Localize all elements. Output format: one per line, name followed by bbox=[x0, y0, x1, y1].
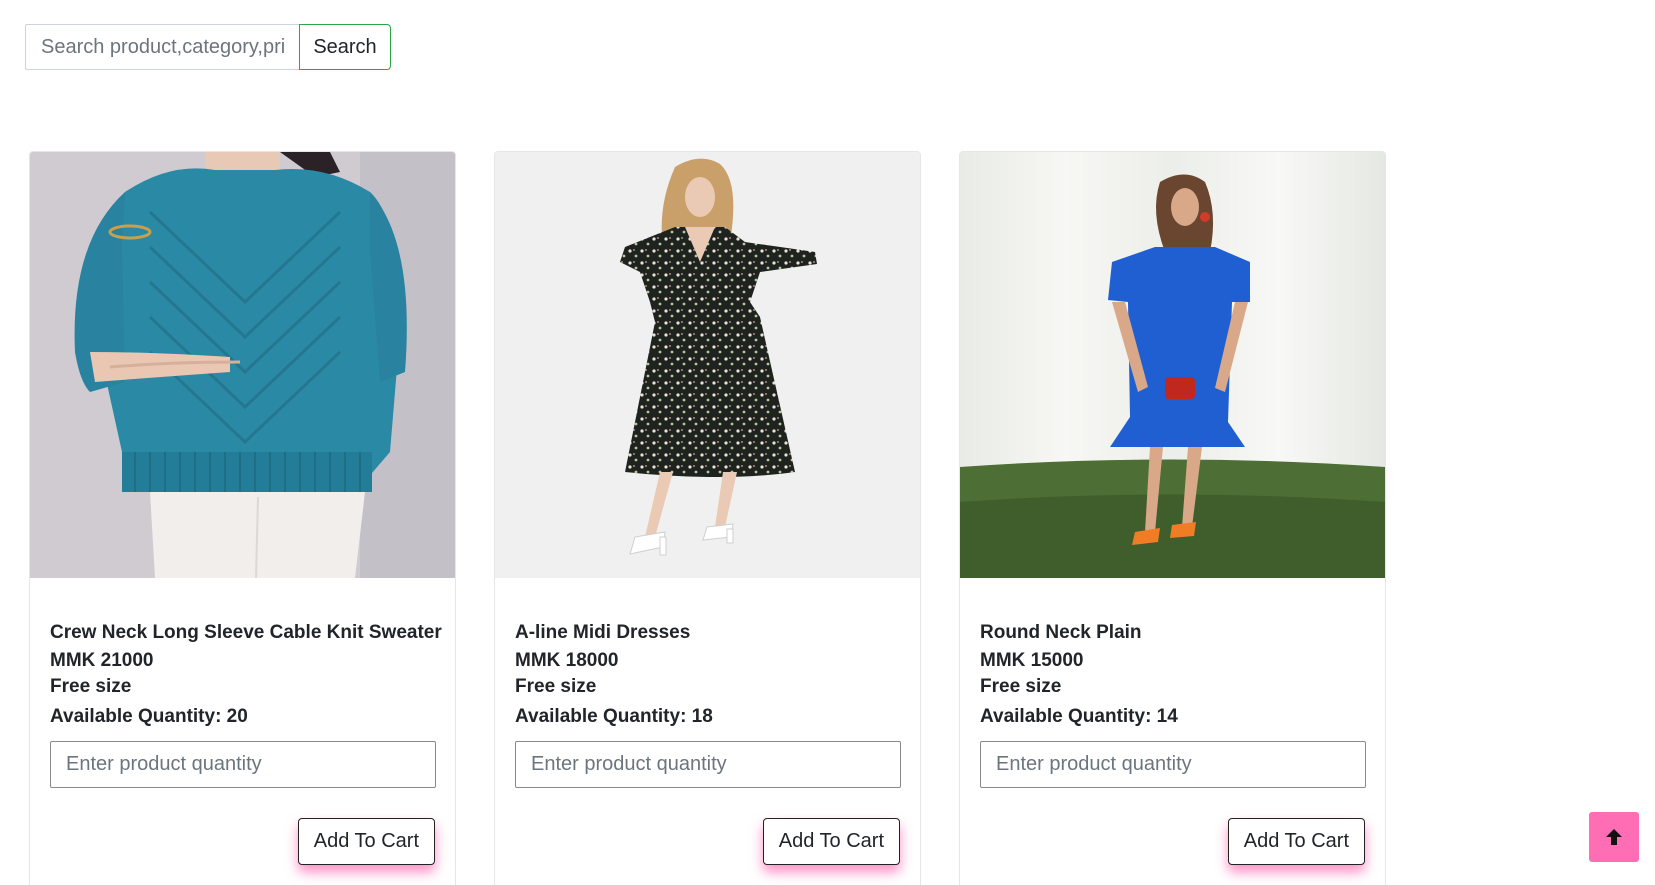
add-to-cart-button[interactable]: Add To Cart bbox=[297, 818, 435, 865]
quantity-input[interactable] bbox=[515, 741, 901, 788]
button-row: Add To Cart bbox=[980, 818, 1365, 865]
search-button[interactable]: Search bbox=[299, 24, 391, 70]
product-card: A-line Midi Dresses MMK 18000 Free size … bbox=[494, 151, 921, 885]
product-image[interactable] bbox=[30, 152, 455, 578]
product-name: Crew Neck Long Sleeve Cable Knit Sweater bbox=[50, 622, 442, 643]
product-details: Crew Neck Long Sleeve Cable Knit Sweater… bbox=[30, 622, 455, 865]
product-price: MMK 15000 bbox=[980, 650, 1084, 671]
product-size: Free size bbox=[515, 676, 597, 697]
available-quantity: Available Quantity: 18 bbox=[515, 706, 713, 727]
product-name: A-line Midi Dresses bbox=[515, 622, 691, 643]
product-size: Free size bbox=[980, 676, 1062, 697]
button-row: Add To Cart bbox=[50, 818, 435, 865]
quantity-input[interactable] bbox=[50, 741, 436, 788]
product-image[interactable] bbox=[960, 152, 1385, 578]
product-price: MMK 18000 bbox=[515, 650, 619, 671]
product-listing-page: Search product,category,pri Search Crew … bbox=[0, 0, 1655, 885]
available-quantity: Available Quantity: 20 bbox=[50, 706, 248, 727]
product-card: Crew Neck Long Sleeve Cable Knit Sweater… bbox=[29, 151, 456, 885]
product-card: Round Neck Plain MMK 15000 Free size Ava… bbox=[959, 151, 1386, 885]
quantity-input[interactable] bbox=[980, 741, 1366, 788]
product-details: Round Neck Plain MMK 15000 Free size Ava… bbox=[960, 622, 1385, 865]
search-bar: Search bbox=[25, 24, 391, 70]
add-to-cart-button[interactable]: Add To Cart bbox=[762, 818, 900, 865]
product-image[interactable] bbox=[495, 152, 920, 578]
available-quantity: Available Quantity: 14 bbox=[980, 706, 1178, 727]
product-price: MMK 21000 bbox=[50, 650, 154, 671]
scroll-to-top-button[interactable] bbox=[1589, 812, 1639, 862]
add-to-cart-button[interactable]: Add To Cart bbox=[1227, 818, 1365, 865]
search-input[interactable] bbox=[25, 24, 299, 70]
product-size: Free size bbox=[50, 676, 132, 697]
arrow-up-icon bbox=[1606, 829, 1622, 845]
button-row: Add To Cart bbox=[515, 818, 900, 865]
product-details: A-line Midi Dresses MMK 18000 Free size … bbox=[495, 622, 920, 865]
product-name: Round Neck Plain bbox=[980, 622, 1142, 643]
